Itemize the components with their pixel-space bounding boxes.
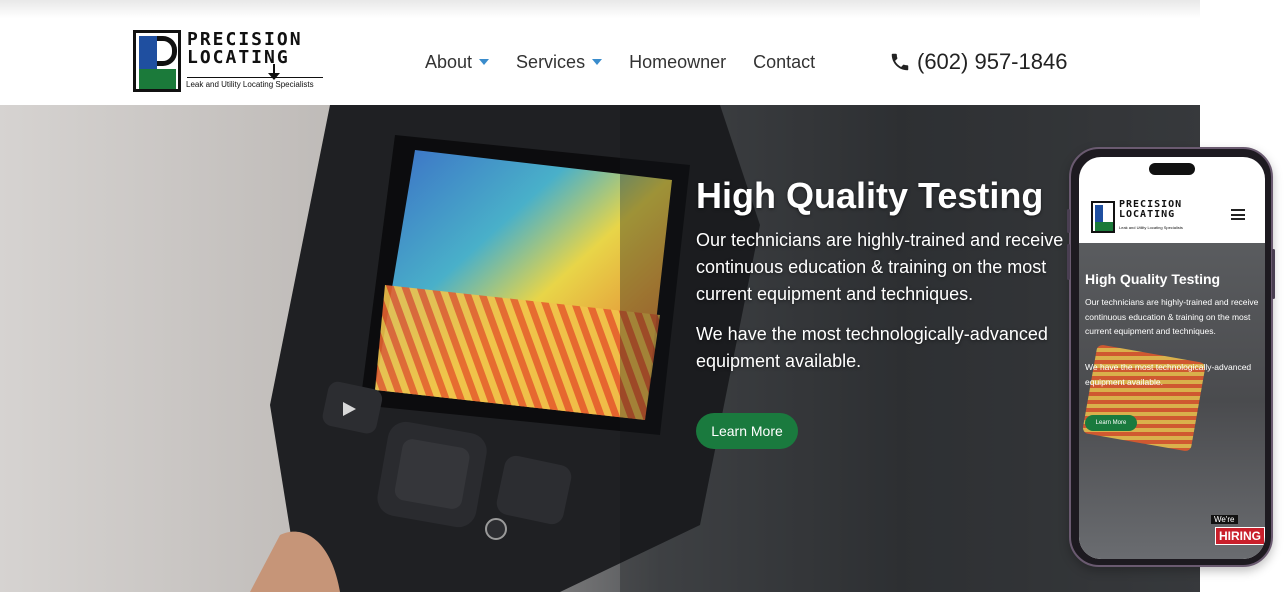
hiring-badge-line1: We're (1211, 515, 1238, 524)
hiring-badge[interactable]: We're HIRING (1209, 515, 1265, 555)
mobile-learn-more-button[interactable]: Learn More (1085, 415, 1137, 431)
mobile-logo-name-line2: LOCATING (1119, 209, 1176, 220)
chevron-down-icon (479, 59, 490, 65)
phone-side-button (1067, 209, 1070, 233)
phone-notch (1149, 163, 1195, 175)
top-strip (0, 0, 1200, 18)
site-logo[interactable]: PRECISION LOCATING Leak and Utility Loca… (133, 30, 325, 94)
mobile-header: PRECISION LOCATING Leak and Utility Loca… (1079, 181, 1265, 243)
hero-section: High Quality Testing Our technicians are… (0, 105, 1200, 592)
chevron-down-icon (592, 59, 603, 65)
logo-tagline: Leak and Utility Locating Specialists (186, 80, 314, 89)
mobile-hero-paragraph-1: Our technicians are highly-trained and r… (1085, 297, 1259, 336)
hero-title: High Quality Testing (696, 175, 1044, 216)
nav-item-services[interactable]: Services (516, 51, 603, 73)
phone-number: (602) 957-1846 (917, 49, 1068, 74)
mobile-hero-paragraph-2: We have the most technologically-advance… (1085, 362, 1252, 387)
mobile-logo-tagline: Leak and Utility Locating Specialists (1119, 225, 1183, 230)
nav-item-homeowner[interactable]: Homeowner (629, 52, 726, 73)
hero-paragraph-2: We have the most technologically-advance… (696, 324, 1048, 371)
nav-item-label: Homeowner (629, 51, 727, 72)
nav-item-about[interactable]: About (425, 51, 490, 73)
mobile-mockup: PRECISION LOCATING Leak and Utility Loca… (1067, 147, 1275, 567)
desktop-mockup: PRECISION LOCATING Leak and Utility Loca… (0, 0, 1200, 592)
phone-link[interactable]: (602) 957-1846 (889, 49, 1067, 75)
logo-mark (133, 30, 181, 92)
logo-divider (187, 77, 323, 78)
phone-side-button (1067, 244, 1070, 280)
phone-icon (891, 53, 909, 71)
nav-item-label: Services (516, 51, 586, 72)
hero-paragraph-1: Our technicians are highly-trained and r… (696, 230, 1064, 304)
site-header: PRECISION LOCATING Leak and Utility Loca… (0, 18, 1200, 105)
learn-more-button[interactable]: Learn More (696, 413, 798, 449)
phone-side-button (1272, 249, 1275, 299)
hamburger-menu-icon[interactable] (1231, 209, 1245, 220)
hiring-badge-line2: HIRING (1215, 527, 1265, 545)
nav-item-label: About (425, 51, 473, 72)
main-nav: About Services Homeowner Contact (425, 51, 842, 73)
mobile-logo-mark[interactable] (1091, 201, 1115, 233)
nav-item-contact[interactable]: Contact (753, 52, 815, 73)
mobile-hero-title: High Quality Testing (1085, 271, 1221, 287)
nav-item-label: Contact (753, 51, 816, 72)
mobile-screen: PRECISION LOCATING Leak and Utility Loca… (1079, 157, 1265, 559)
logo-arrow-icon (268, 64, 280, 80)
mobile-hero (1079, 243, 1265, 559)
